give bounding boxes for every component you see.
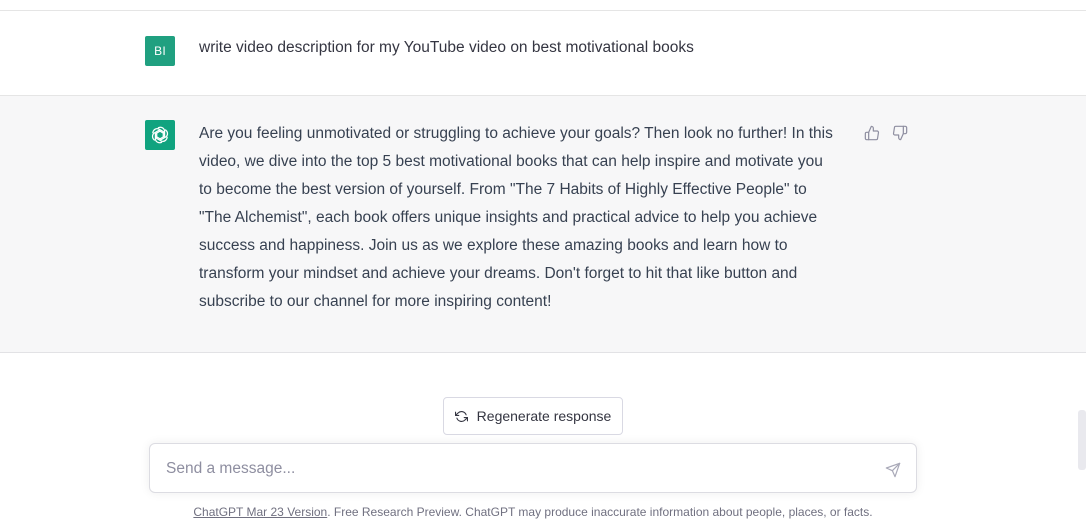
footer-text: . Free Research Preview. ChatGPT may pro… <box>327 505 873 519</box>
user-message-row: BI write video description for my YouTub… <box>0 11 1086 96</box>
assistant-message-text: Are you feeling unmotivated or strugglin… <box>199 120 859 316</box>
assistant-text-line: to become the best version of yourself. … <box>199 181 807 198</box>
assistant-text-line: success and happiness. Join us as we exp… <box>199 237 788 254</box>
send-icon[interactable] <box>883 460 903 480</box>
message-input[interactable] <box>166 457 866 481</box>
thumbs-down-icon[interactable] <box>891 124 909 142</box>
message-composer <box>149 443 917 493</box>
user-avatar: BI <box>145 36 175 66</box>
assistant-text-line: video, we dive into the top 5 best motiv… <box>199 153 823 170</box>
assistant-text-line: transform your mindset and achieve your … <box>199 265 798 282</box>
user-message-text: write video description for my YouTube v… <box>199 39 694 56</box>
openai-logo-icon <box>145 120 175 150</box>
top-divider <box>0 0 1086 11</box>
footer-disclaimer: ChatGPT Mar 23 Version. Free Research Pr… <box>0 505 1066 519</box>
assistant-message-row: Are you feeling unmotivated or strugglin… <box>0 96 1086 353</box>
scrollbar-thumb[interactable] <box>1078 410 1086 470</box>
regenerate-response-button[interactable]: Regenerate response <box>443 397 623 435</box>
assistant-text-line: "The Alchemist", each book offers unique… <box>199 209 818 226</box>
user-avatar-initials: BI <box>154 44 166 58</box>
assistant-text-line: subscribe to our channel for more inspir… <box>199 293 552 310</box>
regenerate-response-label: Regenerate response <box>476 408 612 424</box>
thumbs-up-icon[interactable] <box>863 124 881 142</box>
version-link[interactable]: ChatGPT Mar 23 Version <box>193 505 327 519</box>
assistant-text-line: Are you feeling unmotivated or strugglin… <box>199 125 833 142</box>
refresh-icon <box>455 409 469 423</box>
